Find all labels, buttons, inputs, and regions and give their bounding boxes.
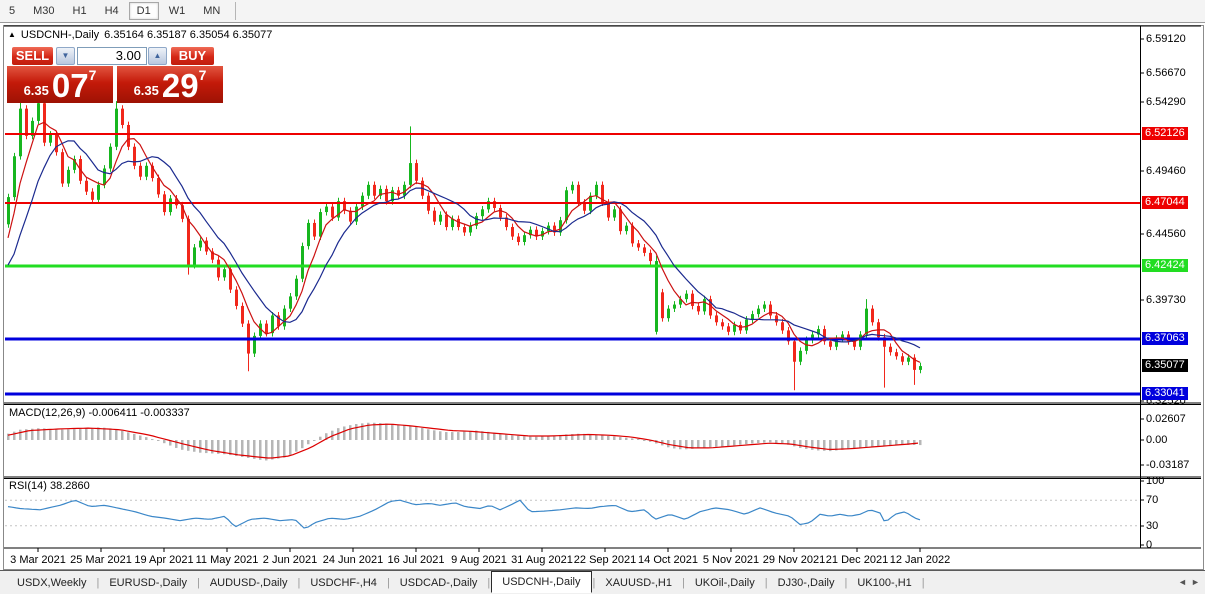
sell-price-big: 07 xyxy=(51,67,89,104)
date-axis-label: 25 Mar 2021 xyxy=(70,554,132,566)
price-axis-tick-label: 6.49460 xyxy=(1146,165,1186,177)
one-click-trade-panel: SELL ▼ 3.00 ▲ BUY 6.35 07 7 6.35 29 7 xyxy=(5,44,227,104)
chart-ohlc-values: 6.35164 6.35187 6.35054 6.35077 xyxy=(104,29,273,41)
date-axis-label: 3 Mar 2021 xyxy=(10,554,66,566)
macd-indicator-label: MACD(12,26,9) -0.006411 -0.003337 xyxy=(9,407,190,419)
date-axis-label: 12 Jan 2022 xyxy=(889,554,951,566)
date-axis-label: 31 Aug 2021 xyxy=(511,554,573,566)
rsi-indicator-label: RSI(14) 38.2860 xyxy=(9,480,90,492)
sell-price-box[interactable]: 6.35 07 7 xyxy=(7,66,113,103)
level-price-label: 6.52126 xyxy=(1142,127,1188,140)
rsi-axis-tick-label: 100 xyxy=(1146,475,1165,487)
buy-price-big: 29 xyxy=(161,67,199,104)
sell-button[interactable]: SELL xyxy=(12,47,53,65)
level-price-label: 6.37063 xyxy=(1142,332,1188,345)
rsi-axis-tick-label: 0 xyxy=(1146,539,1153,551)
buy-price-sup: 7 xyxy=(198,67,207,83)
date-axis-label: 29 Nov 2021 xyxy=(762,554,826,566)
chart-symbol-label: USDCNH-,Daily xyxy=(20,29,100,41)
date-axis-label: 22 Sep 2021 xyxy=(573,554,637,566)
macd-axis-tick-label: -0.03187 xyxy=(1146,459,1190,471)
rsi-axis-tick-label: 30 xyxy=(1146,520,1159,532)
date-axis-label: 14 Oct 2021 xyxy=(638,554,698,566)
price-axis-tick-label: 6.44560 xyxy=(1146,228,1186,240)
level-price-label: 6.42424 xyxy=(1142,259,1188,272)
date-axis-label: 16 Jul 2021 xyxy=(387,554,445,566)
trading-terminal: 5 M30 H1 H4 D1 W1 MN ▲ USDCNH-,Daily 6.35164 6… xyxy=(0,0,1205,594)
date-axis-label: 21 Dec 2021 xyxy=(825,554,889,566)
buy-button[interactable]: BUY xyxy=(171,47,214,65)
volume-input[interactable]: 3.00 xyxy=(77,47,147,65)
macd-axis-tick-label: 0.02607 xyxy=(1146,413,1186,425)
title-arrow-icon[interactable]: ▲ xyxy=(8,31,16,39)
date-axis-label: 2 Jun 2021 xyxy=(262,554,318,566)
date-axis-label: 24 Jun 2021 xyxy=(322,554,384,566)
date-axis-label: 19 Apr 2021 xyxy=(134,554,194,566)
price-axis-tick-label: 6.39730 xyxy=(1146,294,1186,306)
price-axis-tick-label: 6.54290 xyxy=(1146,96,1186,108)
sell-price-sup: 7 xyxy=(88,67,97,83)
rsi-line xyxy=(7,499,921,529)
buy-price-small: 6.35 xyxy=(133,83,159,98)
macd-axis-tick-label: 0.00 xyxy=(1146,434,1168,446)
level-price-label: 6.47044 xyxy=(1142,196,1188,209)
macd-layer xyxy=(7,422,922,461)
level-price-label: 6.33041 xyxy=(1142,387,1188,400)
candles-layer xyxy=(7,99,922,391)
date-axis-label: 11 May 2021 xyxy=(195,554,259,566)
chart-title: ▲ USDCNH-,Daily 6.35164 6.35187 6.35054 … xyxy=(8,29,272,41)
volume-increase-button[interactable]: ▲ xyxy=(148,47,167,65)
rsi-axis-tick-label: 70 xyxy=(1146,494,1159,506)
price-axis-tick-label: 6.56670 xyxy=(1146,67,1186,79)
date-axis-label: 9 Aug 2021 xyxy=(451,554,507,566)
buy-price-box[interactable]: 6.35 29 7 xyxy=(117,66,223,103)
volume-decrease-button[interactable]: ▼ xyxy=(56,47,75,65)
sell-price-small: 6.35 xyxy=(23,83,49,98)
current-price-label: 6.35077 xyxy=(1142,359,1188,372)
date-axis-label: 5 Nov 2021 xyxy=(702,554,760,566)
price-axis-tick-label: 6.59120 xyxy=(1146,33,1186,45)
